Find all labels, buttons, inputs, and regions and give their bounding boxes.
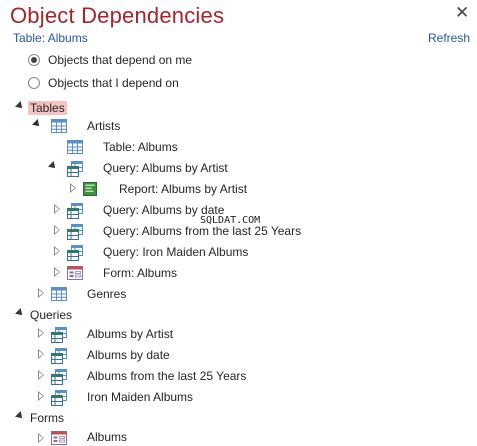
q-albums-last25-expand-icon[interactable] bbox=[38, 370, 44, 380]
option-depend-on-me[interactable]: Objects that depend on me bbox=[28, 52, 192, 68]
pane-title: Object Dependencies bbox=[10, 3, 225, 28]
tree-item-f-albums[interactable]: Albums bbox=[87, 428, 127, 446]
group-queries[interactable]: Queries bbox=[28, 306, 74, 324]
option-depend-on-me-label: Objects that depend on me bbox=[48, 53, 193, 67]
group-tables-label: Tables bbox=[28, 101, 67, 115]
query-icon bbox=[67, 203, 83, 219]
tree-item-form-albums[interactable]: Form: Albums bbox=[103, 264, 177, 282]
tree-item-q-albums-last25[interactable]: Albums from the last 25 Years bbox=[87, 367, 246, 385]
query-icon bbox=[67, 224, 83, 240]
tree-item-table-albums[interactable]: Table: Albums bbox=[103, 138, 178, 156]
option-i-depend-on[interactable]: Objects that I depend on bbox=[28, 75, 179, 91]
report-icon bbox=[83, 182, 97, 196]
query-icon bbox=[51, 369, 67, 385]
query-icon bbox=[51, 327, 67, 343]
query-icon bbox=[51, 348, 67, 364]
group-queries-label: Queries bbox=[30, 308, 73, 322]
close-icon[interactable]: ✕ bbox=[455, 3, 469, 23]
group-tables[interactable]: Tables bbox=[28, 99, 67, 117]
tree-item-q-albums-by-artist[interactable]: Albums by Artist bbox=[87, 325, 173, 343]
form-albums-expand-icon[interactable] bbox=[54, 267, 60, 277]
query-icon bbox=[67, 161, 83, 177]
query-albums-by-date-expand-icon[interactable] bbox=[54, 204, 60, 214]
tree-item-report-albums-by-artist[interactable]: Report: Albums by Artist bbox=[119, 180, 247, 198]
tree-item-q-albums-by-date-label: Albums by date bbox=[87, 348, 170, 362]
q-iron-maiden-expand-icon[interactable] bbox=[38, 391, 44, 401]
tree-item-genres-label: Genres bbox=[87, 287, 127, 301]
report-expand-icon[interactable] bbox=[70, 183, 76, 193]
f-albums-expand-icon[interactable] bbox=[38, 433, 44, 443]
tree-item-query-albums-by-artist[interactable]: Query: Albums by Artist bbox=[103, 159, 228, 177]
tree-item-q-albums-last25-label: Albums from the last 25 Years bbox=[87, 369, 247, 383]
object-subtitle: Table: Albums bbox=[13, 31, 88, 45]
tree-item-artists-label: Artists bbox=[87, 119, 121, 133]
artists-collapse-icon[interactable] bbox=[32, 119, 42, 129]
tree-item-query-albums-last25-label: Query: Albums from the last 25 Years bbox=[103, 224, 302, 238]
radio-i-depend-on[interactable] bbox=[28, 77, 40, 89]
tree-item-q-albums-by-artist-label: Albums by Artist bbox=[87, 327, 174, 341]
form-icon bbox=[67, 266, 83, 280]
q-albums-by-artist-expand-icon[interactable] bbox=[38, 328, 44, 338]
q-albums-by-date-expand-icon[interactable] bbox=[38, 349, 44, 359]
table-icon bbox=[51, 119, 67, 133]
tree-item-q-albums-by-date[interactable]: Albums by date bbox=[87, 346, 170, 364]
tree-item-genres[interactable]: Genres bbox=[87, 285, 126, 303]
tree-item-q-iron-maiden[interactable]: Iron Maiden Albums bbox=[87, 388, 193, 406]
query-iron-maiden-expand-icon[interactable] bbox=[54, 246, 60, 256]
tables-collapse-icon[interactable] bbox=[15, 101, 25, 111]
query-icon bbox=[67, 245, 83, 261]
tree-item-report-albums-by-artist-label: Report: Albums by Artist bbox=[119, 182, 248, 196]
tree-item-query-iron-maiden-label: Query: Iron Maiden Albums bbox=[103, 245, 249, 259]
option-i-depend-on-label: Objects that I depend on bbox=[48, 76, 179, 90]
tree-item-form-albums-label: Form: Albums bbox=[103, 266, 178, 280]
form-icon bbox=[51, 431, 67, 445]
radio-depend-on-me[interactable] bbox=[28, 54, 40, 66]
group-forms-label: Forms bbox=[30, 411, 64, 425]
genres-expand-icon[interactable] bbox=[38, 288, 44, 298]
table-icon bbox=[67, 140, 83, 154]
query-albums-by-artist-collapse-icon[interactable] bbox=[48, 161, 58, 171]
query-albums-last25-expand-icon[interactable] bbox=[54, 225, 60, 235]
tree-item-table-albums-label: Table: Albums bbox=[103, 140, 178, 154]
tree-item-artists[interactable]: Artists bbox=[87, 117, 120, 135]
query-icon bbox=[51, 390, 67, 406]
watermark-text: SQLDAT.COM bbox=[200, 215, 261, 226]
tree-item-q-iron-maiden-label: Iron Maiden Albums bbox=[87, 390, 194, 404]
group-forms[interactable]: Forms bbox=[28, 409, 66, 427]
forms-collapse-icon[interactable] bbox=[15, 411, 25, 421]
tree-item-query-iron-maiden[interactable]: Query: Iron Maiden Albums bbox=[103, 243, 248, 261]
table-icon bbox=[51, 287, 67, 301]
tree-item-query-albums-by-artist-label: Query: Albums by Artist bbox=[103, 161, 228, 175]
queries-collapse-icon[interactable] bbox=[15, 308, 25, 318]
refresh-link[interactable]: Refresh bbox=[428, 31, 470, 45]
